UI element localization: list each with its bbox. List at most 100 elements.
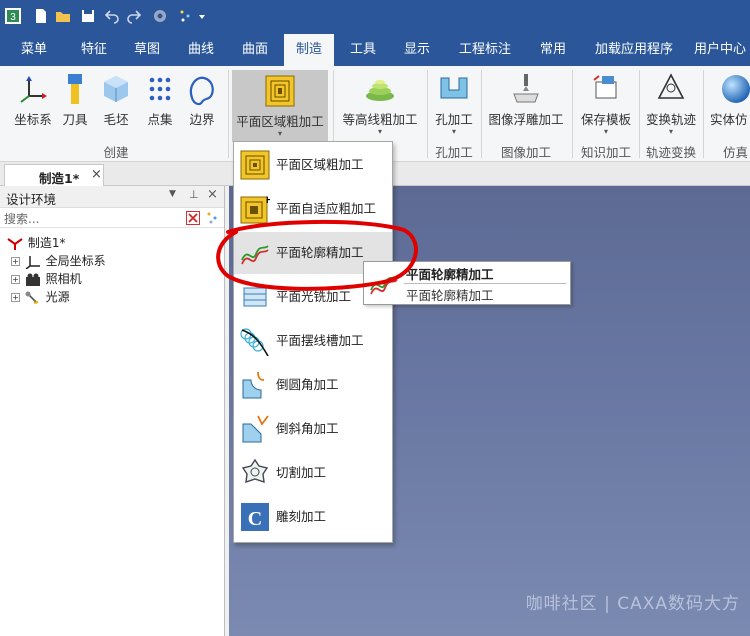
image-relief-button[interactable]: 图像浮雕加工 [484, 72, 568, 152]
close-icon[interactable]: × [91, 167, 102, 182]
planar-rough-dropdown-menu: 平面区域粗加工 H 平面自适应粗加工 平面轮廓精加工 平面光铣加工 平面摆线槽加… [233, 141, 393, 543]
planar-light-mill-icon [243, 287, 267, 307]
contour-layers-icon [366, 80, 394, 101]
close-icon[interactable]: × [207, 187, 218, 202]
panel-menu-icon[interactable]: ▼ [169, 189, 176, 199]
tab-annotation[interactable]: 工程标注 [448, 34, 522, 66]
menu-item-chamfer[interactable]: 倒斜角加工 [234, 408, 392, 450]
pin-icon[interactable]: ⊥ [189, 188, 199, 201]
tab-common[interactable]: 常用 [528, 34, 578, 66]
image-relief-label: 图像浮雕加工 [488, 112, 564, 127]
tab-feature[interactable]: 特征 [68, 34, 120, 66]
create-group-label: 创建 [103, 145, 129, 160]
tool-button[interactable]: 刀具 [58, 72, 92, 152]
boundary-label: 边界 [189, 112, 215, 127]
tree-item-camera[interactable]: + 照相机 [11, 270, 82, 288]
menu-item-cutting[interactable]: 切割加工 [234, 452, 392, 494]
planar-region-rough-icon [240, 150, 270, 180]
ribbon-separator [228, 70, 229, 158]
tree-item-light[interactable]: + 光源 [11, 288, 70, 306]
expand-icon[interactable]: + [11, 275, 20, 284]
boundary-icon [189, 76, 214, 106]
tree-item-global-coordinates[interactable]: + 全局坐标系 [11, 252, 106, 270]
trochoid-slot-icon [240, 328, 269, 356]
tab-manufacturing[interactable]: 制造 [284, 34, 334, 66]
panel-title: 设计环境 [6, 192, 57, 207]
tab-sketch[interactable]: 草图 [122, 34, 172, 66]
menu-item-planar-trochoid-slot[interactable]: 平面摆线槽加工 [234, 320, 392, 362]
undo-icon[interactable] [103, 7, 121, 25]
dropdown-arrow-icon: ▾ [451, 127, 456, 136]
menu-item-fillet[interactable]: 倒圆角加工 [234, 364, 392, 406]
menu-item-label: 平面区域粗加工 [276, 157, 364, 172]
save-template-button[interactable]: 保存模板 ▾ [576, 72, 636, 152]
boundary-button[interactable]: 边界 [182, 72, 222, 152]
save-icon[interactable] [79, 7, 97, 25]
menu-item-label: 平面轮廓精加工 [276, 245, 364, 260]
tree-item-label: 照相机 [45, 272, 82, 286]
panel-search-bar: 搜索... [0, 208, 224, 228]
menu-item-planar-region-rough[interactable]: 平面区域粗加工 [234, 144, 392, 186]
cutter-tool-icon [68, 74, 82, 104]
ribbon-separator [427, 70, 428, 158]
tab-menu[interactable]: 菜单 [8, 34, 60, 66]
tab-curve[interactable]: 曲线 [176, 34, 226, 66]
expand-icon[interactable]: + [11, 293, 20, 302]
tab-tools[interactable]: 工具 [338, 34, 388, 66]
gear-icon[interactable] [151, 7, 169, 25]
solid-simulation-label: 实体仿 [710, 112, 748, 127]
new-file-icon[interactable] [32, 7, 50, 25]
sphere-icon [722, 75, 750, 103]
menu-item-planar-adaptive-rough[interactable]: H 平面自适应粗加工 [234, 188, 392, 230]
panel-header: 设计环境 ▼ ⊥ × [0, 186, 224, 208]
contour-rough-button[interactable]: 等高线粗加工 ▾ [338, 72, 422, 152]
simulation-group-label: 仿真 [722, 145, 748, 160]
hole-machining-button[interactable]: 孔加工 ▾ [431, 72, 477, 152]
coordinate-system-button[interactable]: 坐标系 [8, 72, 58, 152]
open-folder-icon[interactable] [54, 7, 72, 25]
document-tab[interactable]: 制造1* × [4, 164, 104, 186]
menu-item-label: 平面光铣加工 [276, 289, 352, 304]
engraving-icon: C [241, 503, 269, 531]
svg-text:H: H [266, 195, 270, 205]
title-bar: 3 [0, 0, 750, 34]
tooltip-divider [404, 283, 566, 284]
hole-machining-label: 孔加工 [435, 112, 473, 127]
app-logo-icon[interactable]: 3 [4, 7, 22, 25]
image-group-label: 图像加工 [500, 145, 551, 160]
menu-item-label: 雕刻加工 [276, 509, 327, 524]
expand-icon[interactable]: + [11, 257, 20, 266]
menu-item-label: 切割加工 [276, 465, 327, 480]
search-input[interactable]: 搜索... [4, 210, 39, 227]
tab-display[interactable]: 显示 [392, 34, 442, 66]
tab-user-center[interactable]: 用户中心 [694, 34, 750, 66]
coordinate-axes-icon [20, 76, 47, 103]
ribbon-separator [703, 70, 704, 158]
filter-icon[interactable] [205, 210, 221, 226]
transform-trajectory-button[interactable]: 变换轨迹 ▾ [642, 72, 700, 152]
tree-item-label: 制造1* [27, 236, 66, 250]
stock-button[interactable]: 毛坯 [96, 72, 136, 152]
stock-cube-icon [104, 76, 128, 102]
stock-label: 毛坯 [103, 112, 129, 127]
watermark-text: 咖啡社区 | CAXA数码大方 [525, 594, 740, 614]
trajectory-group-label: 轨迹变换 [645, 145, 696, 160]
tab-surface[interactable]: 曲面 [230, 34, 280, 66]
dropdown-arrow-icon[interactable] [197, 7, 207, 25]
magic-icon[interactable] [176, 7, 194, 25]
point-set-button[interactable]: 点集 [140, 72, 180, 152]
dropdown-arrow-icon: ▾ [377, 127, 382, 136]
tab-load-apps[interactable]: 加载应用程序 [584, 34, 684, 66]
tool-label: 刀具 [62, 112, 88, 127]
menu-item-label: 倒斜角加工 [276, 421, 339, 436]
light-source-icon [25, 291, 39, 304]
tree-item-root[interactable]: 制造1* [6, 234, 65, 252]
coordinate-axes-icon [25, 255, 40, 270]
dropdown-arrow-icon: ▾ [277, 129, 282, 138]
clear-icon[interactable] [186, 211, 200, 225]
planar-region-rough-button[interactable]: 平面区域粗加工 ▾ [232, 70, 328, 142]
menu-item-engraving[interactable]: C 雕刻加工 [234, 496, 392, 538]
redo-icon[interactable] [125, 7, 143, 25]
transform-trajectory-label: 变换轨迹 [645, 112, 696, 127]
solid-simulation-button[interactable]: 实体仿 [706, 72, 750, 152]
